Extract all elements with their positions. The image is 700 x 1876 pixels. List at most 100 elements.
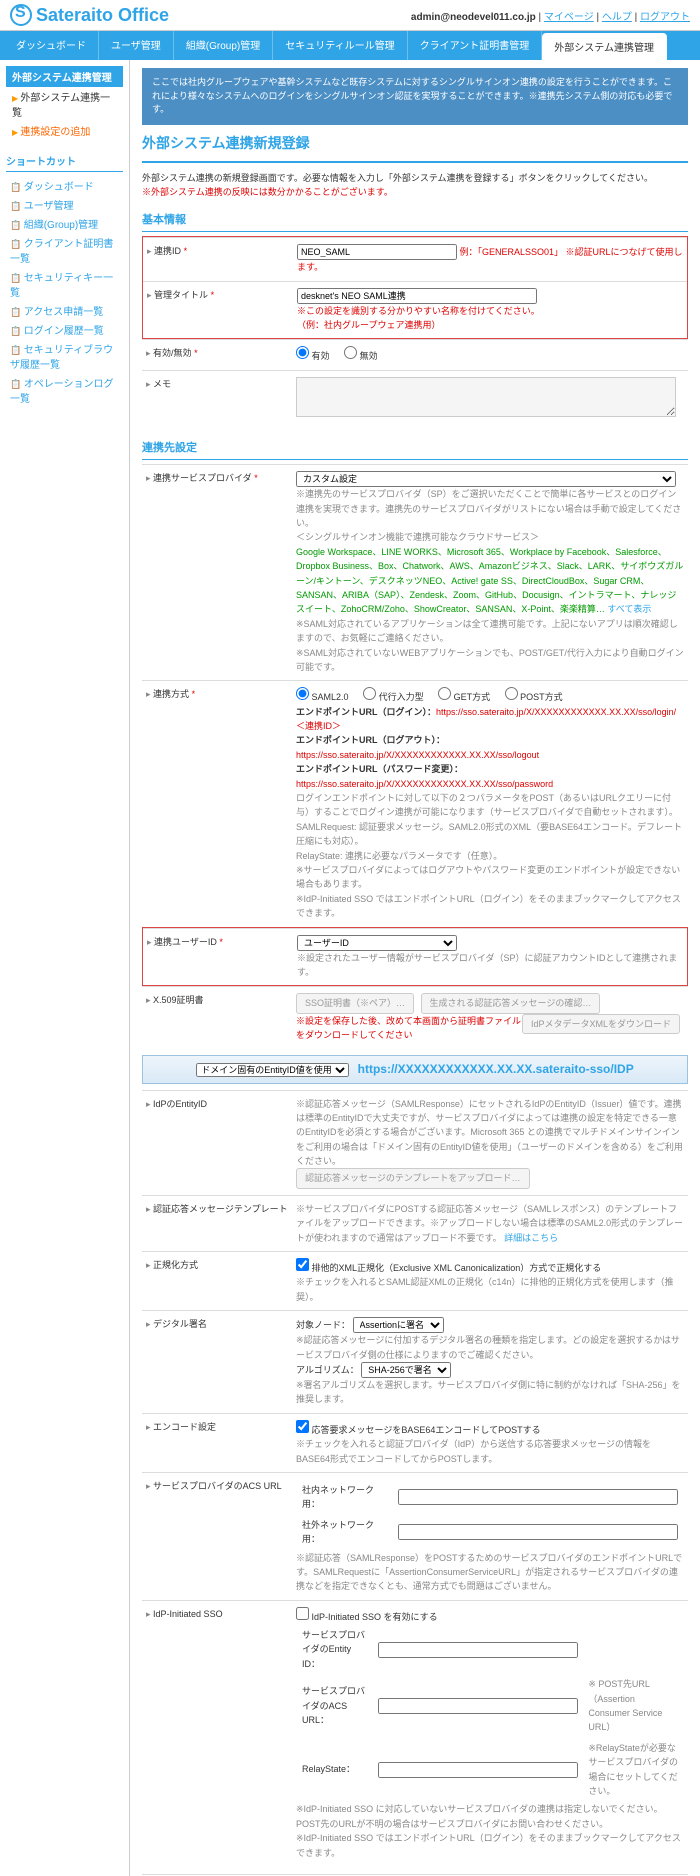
main-tabs: ダッシュボード ユーザ管理 組織(Group)管理 セキュリティルール管理 クラ… — [0, 31, 700, 60]
help-link[interactable]: ヘルプ — [602, 12, 632, 23]
tab-user[interactable]: ユーザ管理 — [99, 31, 174, 60]
logout-link[interactable]: ログアウト — [640, 12, 690, 23]
shortcut-oplog[interactable]: オペレーションログ一覧 — [6, 373, 123, 407]
sidebar-item-list[interactable]: 外部システム連携一覧 — [6, 87, 123, 121]
provider-note3: ※SAML対応されているアプリケーションは全て連携可能です。上記にないアプリは順… — [296, 619, 678, 643]
section-target: 連携先設定 — [142, 435, 688, 460]
acs-out-label: 社外ネットワーク用： — [298, 1516, 392, 1549]
idp-acs-label: サービスプロバイダのACS URL： — [298, 1675, 372, 1737]
label-sign: デジタル署名 — [142, 1315, 292, 1409]
topbar: Sateraito Office admin@neodevel011.co.jp… — [0, 0, 700, 31]
cert-btn1: SSO証明書（※ペア）… — [296, 993, 414, 1013]
method-note1: ログインエンドポイントに対して以下の２つパラメータをPOST（あるいはURLクエ… — [296, 793, 678, 817]
tab-security[interactable]: セキュリティルール管理 — [273, 31, 407, 60]
input-id[interactable] — [297, 244, 457, 260]
tab-cert[interactable]: クライアント証明書管理 — [408, 31, 543, 60]
select-sign-algo[interactable]: SHA-256で署名 — [361, 1362, 451, 1378]
logo-icon — [10, 4, 32, 26]
label-id: 連携ID * — [143, 242, 293, 276]
select-sign-target[interactable]: Assertionに署名 — [353, 1317, 444, 1333]
sidebar-item-add[interactable]: 連携設定の追加 — [6, 121, 123, 140]
bluebar-url: https://XXXXXXXXXXXX.XX.XX.sateraito-sso… — [358, 1062, 634, 1076]
idp-relay-label: RelayState： — [298, 1739, 372, 1801]
provider-note1: ※連携先のサービスプロバイダ（SP）をご選択いただくことで簡単に各サービスとのロ… — [296, 489, 681, 528]
shortcut-cert[interactable]: クライアント証明書一覧 — [6, 233, 123, 267]
input-title[interactable] — [297, 288, 537, 304]
footer-buttons: 連携設定を登録する リセット… 戻る — [142, 1874, 688, 1876]
shortcut-access[interactable]: アクセス申請一覧 — [6, 301, 123, 320]
restpl-link[interactable]: 詳細はこちら — [504, 1233, 558, 1243]
sidebar-title: 外部システム連携管理 — [6, 66, 123, 87]
cert-btn3: IdPメタデータXMLをダウンロード — [522, 1014, 680, 1034]
input-acs-in[interactable] — [398, 1489, 678, 1505]
shortcut-browser[interactable]: セキュリティブラウザ履歴一覧 — [6, 339, 123, 373]
chk-encode[interactable]: 応答要求メッセージをBASE64エンコードしてPOSTする — [296, 1425, 541, 1435]
radio-disable[interactable]: 無効 — [344, 351, 378, 361]
shortcut-group[interactable]: 組織(Group)管理 — [6, 214, 123, 233]
input-idp-acs[interactable] — [378, 1698, 578, 1714]
label-enable: 有効/無効 * — [142, 344, 292, 365]
sign-target-label: 対象ノード： — [296, 1320, 350, 1330]
input-acs-out[interactable] — [398, 1524, 678, 1540]
radio-proxy[interactable]: 代行入力型 — [363, 692, 424, 702]
input-idp-relay[interactable] — [378, 1762, 578, 1778]
select-userid[interactable]: ユーザーID — [297, 935, 457, 951]
label-provider: 連携サービスプロバイダ * — [142, 469, 292, 676]
brand-name: Sateraito Office — [36, 5, 169, 26]
select-entity-mode[interactable]: ドメイン固有のEntityID値を使用 — [196, 1063, 349, 1077]
hint-title2: （例：社内グループウェア連携用） — [297, 320, 440, 330]
provider-note4: ※SAML対応されていないWEBアプリケーションでも、POST/GET/代行入力… — [296, 648, 684, 672]
ep-login-label: エンドポイントURL（ログイン）： — [296, 707, 436, 717]
canon-note: ※チェックを入れるとSAML認証XMLの正規化（c14n）に排他的正規化方式を使… — [296, 1277, 674, 1301]
acs-note: ※認証応答（SAMLResponse）をPOSTするためのサービスプロバイダのエ… — [296, 1553, 682, 1592]
cert-note: ※設定を保存した後、改めて本画面から証明書ファイルをダウンロードしてください — [296, 1016, 521, 1040]
shortcut-user[interactable]: ユーザ管理 — [6, 195, 123, 214]
notice-banner: ここでは社内グループウェアや基幹システムなど既存システムに対するシングルサインオ… — [142, 68, 688, 125]
mypage-link[interactable]: マイページ — [544, 12, 594, 23]
user-links: admin@neodevel011.co.jp | マイページ | ヘルプ | … — [411, 8, 690, 23]
input-idp-entity[interactable] — [378, 1642, 578, 1658]
tab-group[interactable]: 組織(Group)管理 — [174, 31, 273, 60]
shortcut-dashboard[interactable]: ダッシュボード — [6, 176, 123, 195]
label-restpl: 認証応答メッセージテンプレート — [142, 1200, 292, 1247]
chk-idp[interactable]: IdP-Initiated SSO を有効にする — [296, 1612, 438, 1622]
chk-canon[interactable]: 排他的XML正規化（Exclusive XML Canonicalization… — [296, 1263, 601, 1273]
entity-note: ※認証応答メッセージ（SAMLResponse）にセットされるIdPのEntit… — [296, 1099, 683, 1167]
entity-btn: 認証応答メッセージのテンプレートをアップロード… — [296, 1168, 530, 1188]
tab-dashboard[interactable]: ダッシュボード — [4, 31, 99, 60]
label-cert: X.509証明書 — [142, 991, 292, 1044]
shortcut-seckey[interactable]: セキュリティキー一覧 — [6, 267, 123, 301]
userid-note: ※設定されたユーザー情報がサービスプロバイダ（SP）に認証アカウントIDとして連… — [297, 953, 677, 977]
label-encode: エンコード設定 — [142, 1418, 292, 1468]
user-email: admin@neodevel011.co.jp — [411, 12, 536, 23]
select-provider[interactable]: カスタム設定 — [296, 471, 676, 487]
input-memo[interactable] — [296, 377, 676, 417]
shortcut-title: ショートカット — [6, 150, 123, 172]
main-content: ここでは社内グループウェアや基幹システムなど既存システムに対するシングルサインオ… — [130, 60, 700, 1876]
label-entity: IdPのEntityID — [142, 1095, 292, 1191]
bluebar: ドメイン固有のEntityID値を使用 https://XXXXXXXXXXXX… — [142, 1055, 688, 1084]
radio-enable[interactable]: 有効 — [296, 351, 330, 361]
provider-note2: ＜シングルサインオン機能で連携可能なクラウドサービス＞ — [296, 532, 539, 542]
ep-logout-label: エンドポイントURL（ログアウト）： — [296, 735, 445, 745]
restpl-note: ※サービスプロバイダにPOSTする認証応答メッセージ（SAMLレスポンス）のテン… — [296, 1204, 683, 1243]
page-title: 外部システム連携新規登録 — [142, 125, 688, 163]
sidebar: 外部システム連携管理 外部システム連携一覧 連携設定の追加 ショートカット ダッ… — [0, 60, 130, 1876]
radio-post[interactable]: POST方式 — [505, 692, 563, 702]
idp-relay-note: ※RelayStateが必要なサービスプロバイダの場合にセットしてください。 — [584, 1739, 682, 1801]
intro-line2: ※外部システム連携の反映には数分かかることがございます。 — [142, 185, 688, 199]
radio-get[interactable]: GET方式 — [438, 692, 490, 702]
sign-note2: ※署名アルゴリズムを選択します。サービスプロバイダ側に特に制約がなければ「SHA… — [296, 1380, 681, 1404]
ep-pw-url: https://sso.sateraito.jp/X/XXXXXXXXXXXX.… — [296, 779, 553, 789]
method-note4: ※サービスプロバイダによってはログアウトやパスワード変更のエンドポイントが設定で… — [296, 865, 680, 889]
sign-algo-label: アルゴリズム： — [296, 1365, 359, 1375]
ep-logout-url: https://sso.sateraito.jp/X/XXXXXXXXXXXX.… — [296, 750, 539, 760]
shortcut-login[interactable]: ログイン履歴一覧 — [6, 320, 123, 339]
idp-acs-note: ※ POST先URL（Assertion Consumer Service UR… — [584, 1675, 682, 1737]
provider-more[interactable]: すべて表示 — [607, 604, 651, 614]
ep-pw-label: エンドポイントURL（パスワード変更）： — [296, 764, 463, 774]
radio-saml[interactable]: SAML2.0 — [296, 692, 349, 702]
method-note2: SAMLRequest: 認証要求メッセージ。SAML2.0形式のXML（要BA… — [296, 822, 682, 846]
tab-external[interactable]: 外部システム連携管理 — [542, 33, 667, 60]
method-note5: ※IdP-Initiated SSO ではエンドポイントURL（ログイン）をその… — [296, 894, 681, 918]
